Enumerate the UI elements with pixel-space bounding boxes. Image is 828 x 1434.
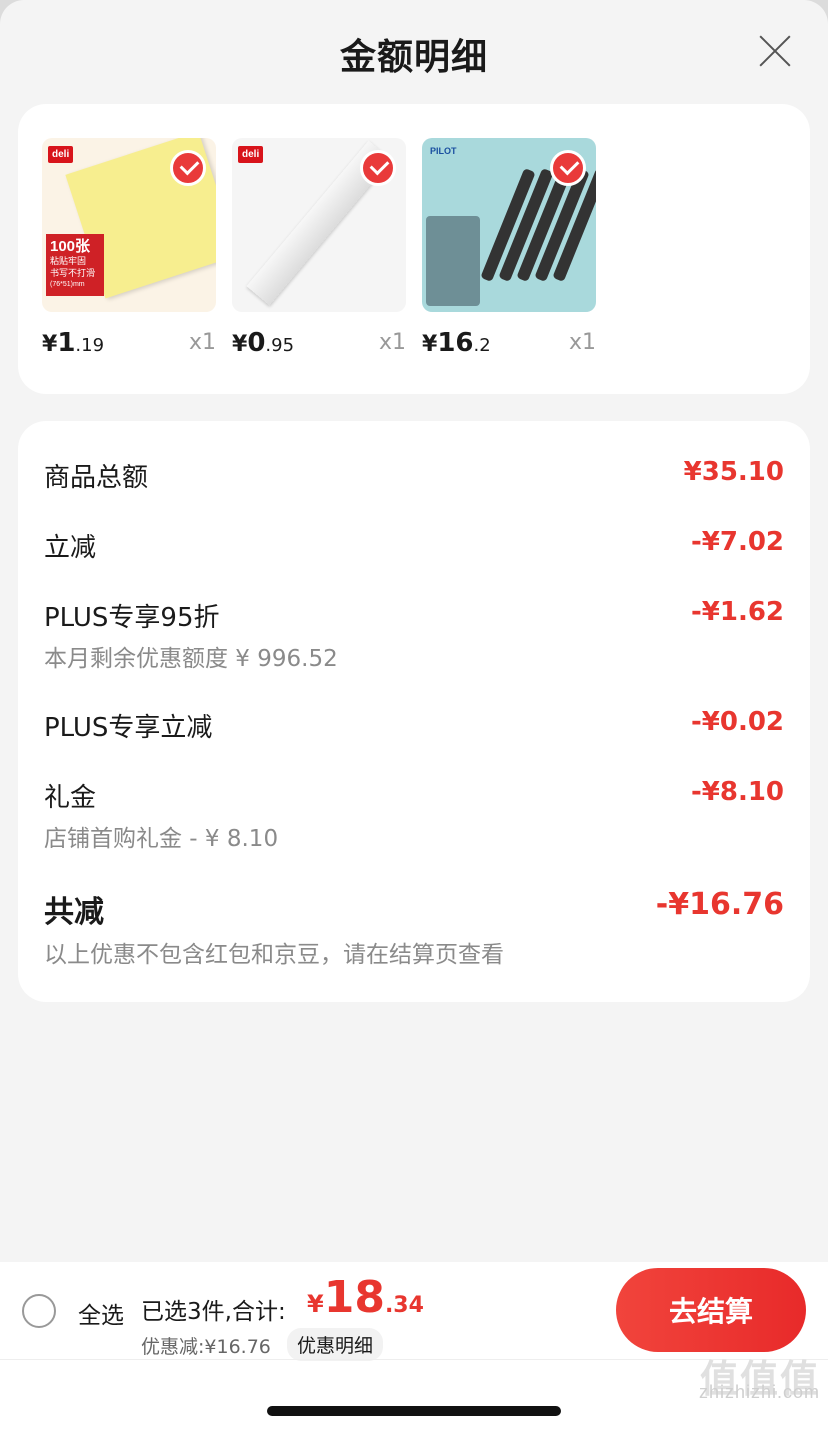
amount-detail-sheet: 金额明细 100张 粘贴牢固 书写不打滑 (76*51)mm deli ¥1.19 … bbox=[0, 0, 828, 1434]
checkbox-checked-icon[interactable] bbox=[170, 150, 206, 186]
row-label: PLUS专享立减 bbox=[44, 713, 213, 743]
row-subtext: 店铺首购礼金 - ¥ 8.10 bbox=[44, 826, 279, 852]
select-all-label[interactable]: 全选 bbox=[78, 1296, 124, 1330]
selection-summary: 已选3件,合计: bbox=[141, 1299, 286, 1325]
product-item[interactable]: PILOT ¥16.2 x1 bbox=[422, 138, 596, 368]
row-amount: -¥16.76 bbox=[655, 887, 784, 922]
header: 金额明细 bbox=[0, 0, 828, 100]
product-quantity: x1 bbox=[568, 330, 596, 355]
product-quantity: x1 bbox=[188, 330, 216, 355]
checkbox-checked-icon[interactable] bbox=[550, 150, 586, 186]
row-amount: -¥0.02 bbox=[690, 707, 784, 737]
brand-logo: deli bbox=[48, 146, 74, 163]
amount-detail-card: 商品总额 ¥35.10 立减 -¥7.02 PLUS专享95折 -¥1.62 本… bbox=[18, 421, 810, 1002]
product-price: ¥1.19 bbox=[42, 328, 105, 358]
row-subtext: 本月剩余优惠额度 ¥ 996.52 bbox=[44, 646, 338, 672]
watermark-text: zhizhizhi.com bbox=[698, 1382, 820, 1402]
product-price: ¥16.2 bbox=[422, 328, 491, 358]
product-item[interactable]: 100张 粘贴牢固 书写不打滑 (76*51)mm deli ¥1.19 x1 bbox=[42, 138, 216, 368]
row-label: 商品总额 bbox=[44, 463, 149, 493]
row-label: 立减 bbox=[44, 533, 97, 563]
home-indicator[interactable] bbox=[267, 1406, 561, 1416]
discount-text: 优惠减:¥16.76 bbox=[141, 1336, 271, 1358]
total-price: ¥18.34 bbox=[307, 1272, 424, 1323]
discount-detail-button[interactable]: 优惠明细 bbox=[287, 1328, 384, 1361]
row-amount: -¥8.10 bbox=[690, 777, 784, 807]
select-all-radio[interactable] bbox=[22, 1294, 56, 1328]
row-subtext: 以上优惠不包含红包和京豆，请在结算页查看 bbox=[44, 942, 504, 968]
product-image: deli bbox=[232, 138, 406, 312]
products-card: 100张 粘贴牢固 书写不打滑 (76*51)mm deli ¥1.19 x1 de… bbox=[18, 104, 810, 394]
row-amount: ¥35.10 bbox=[683, 457, 784, 487]
close-icon[interactable] bbox=[758, 34, 792, 68]
product-quantity: x1 bbox=[378, 330, 406, 355]
brand-logo: PILOT bbox=[430, 146, 457, 156]
row-label: PLUS专享95折 bbox=[44, 603, 220, 633]
product-image: 100张 粘贴牢固 书写不打滑 (76*51)mm deli bbox=[42, 138, 216, 312]
page-title: 金额明细 bbox=[339, 37, 488, 78]
checkout-button[interactable]: 去结算 bbox=[616, 1268, 806, 1352]
product-item[interactable]: deli ¥0.95 x1 bbox=[232, 138, 406, 368]
checkout-bar: 全选 已选3件,合计: ¥18.34 优惠减:¥16.76 优惠明细 去结算 值… bbox=[0, 1262, 828, 1434]
checkbox-checked-icon[interactable] bbox=[360, 150, 396, 186]
row-amount: -¥1.62 bbox=[690, 597, 784, 627]
product-price: ¥0.95 bbox=[232, 328, 295, 358]
brand-logo: deli bbox=[238, 146, 264, 163]
row-label: 礼金 bbox=[44, 783, 97, 813]
row-label: 共减 bbox=[44, 895, 104, 930]
row-amount: -¥7.02 bbox=[690, 527, 784, 557]
product-image: PILOT bbox=[422, 138, 596, 312]
